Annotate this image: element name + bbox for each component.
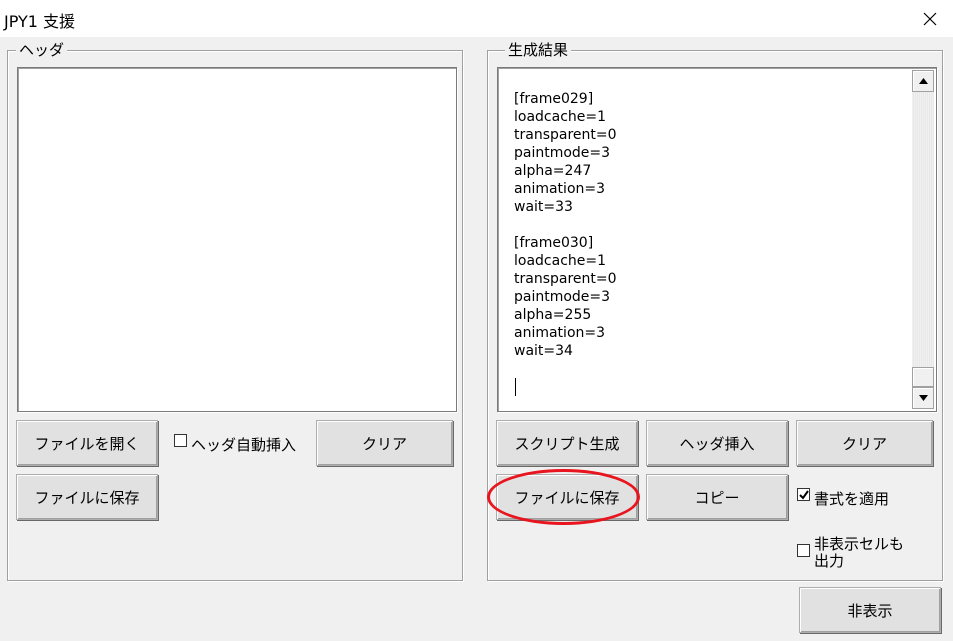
arrow-up-icon [918, 78, 928, 84]
header-auto-insert-label: ヘッダ自動挿入 [191, 436, 297, 454]
result-save-file-button[interactable]: ファイルに保存 [496, 474, 638, 520]
title-bar: JPY1 支援 [0, 0, 953, 37]
scroll-up-button[interactable] [912, 70, 934, 92]
output-hidden-cells-label: 非表示セルも 出力 [814, 535, 905, 570]
header-save-file-button[interactable]: ファイルに保存 [16, 474, 158, 520]
text-caret [515, 378, 516, 396]
header-auto-insert-box[interactable] [174, 434, 187, 447]
result-clear-button[interactable]: クリア [796, 420, 933, 466]
apply-format-label: 書式を適用 [814, 490, 890, 508]
result-output-text: [frame029] loadcache=1 transparent=0 pai… [514, 91, 617, 359]
copy-button[interactable]: コピー [646, 474, 788, 520]
apply-format-checkbox[interactable]: 書式を適用 [797, 488, 889, 509]
open-file-button[interactable]: ファイルを開く [16, 420, 158, 466]
arrow-down-icon [918, 395, 928, 401]
scroll-down-button[interactable] [912, 387, 934, 409]
result-scrollbar[interactable] [912, 70, 934, 409]
header-clear-button[interactable]: クリア [316, 420, 453, 466]
header-insert-button[interactable]: ヘッダ挿入 [646, 420, 788, 466]
output-hidden-cells-box[interactable] [797, 544, 810, 557]
close-button[interactable] [907, 0, 953, 37]
result-group-legend: 生成結果 [505, 40, 572, 60]
output-hidden-cells-checkbox[interactable]: 非表示セルも 出力 [797, 536, 904, 570]
header-group-legend: ヘッダ [16, 40, 68, 60]
window-title: JPY1 支援 [4, 12, 76, 31]
checkmark-icon [798, 489, 809, 500]
apply-format-box[interactable] [797, 488, 810, 501]
result-textarea[interactable]: [frame029] loadcache=1 transparent=0 pai… [497, 67, 937, 412]
close-icon [923, 12, 937, 25]
header-textarea[interactable] [17, 67, 457, 412]
script-generate-button[interactable]: スクリプト生成 [496, 420, 638, 466]
hide-button[interactable]: 非表示 [799, 587, 941, 633]
scroll-thumb[interactable] [912, 367, 934, 387]
header-auto-insert-checkbox[interactable]: ヘッダ自動挿入 [174, 434, 296, 455]
